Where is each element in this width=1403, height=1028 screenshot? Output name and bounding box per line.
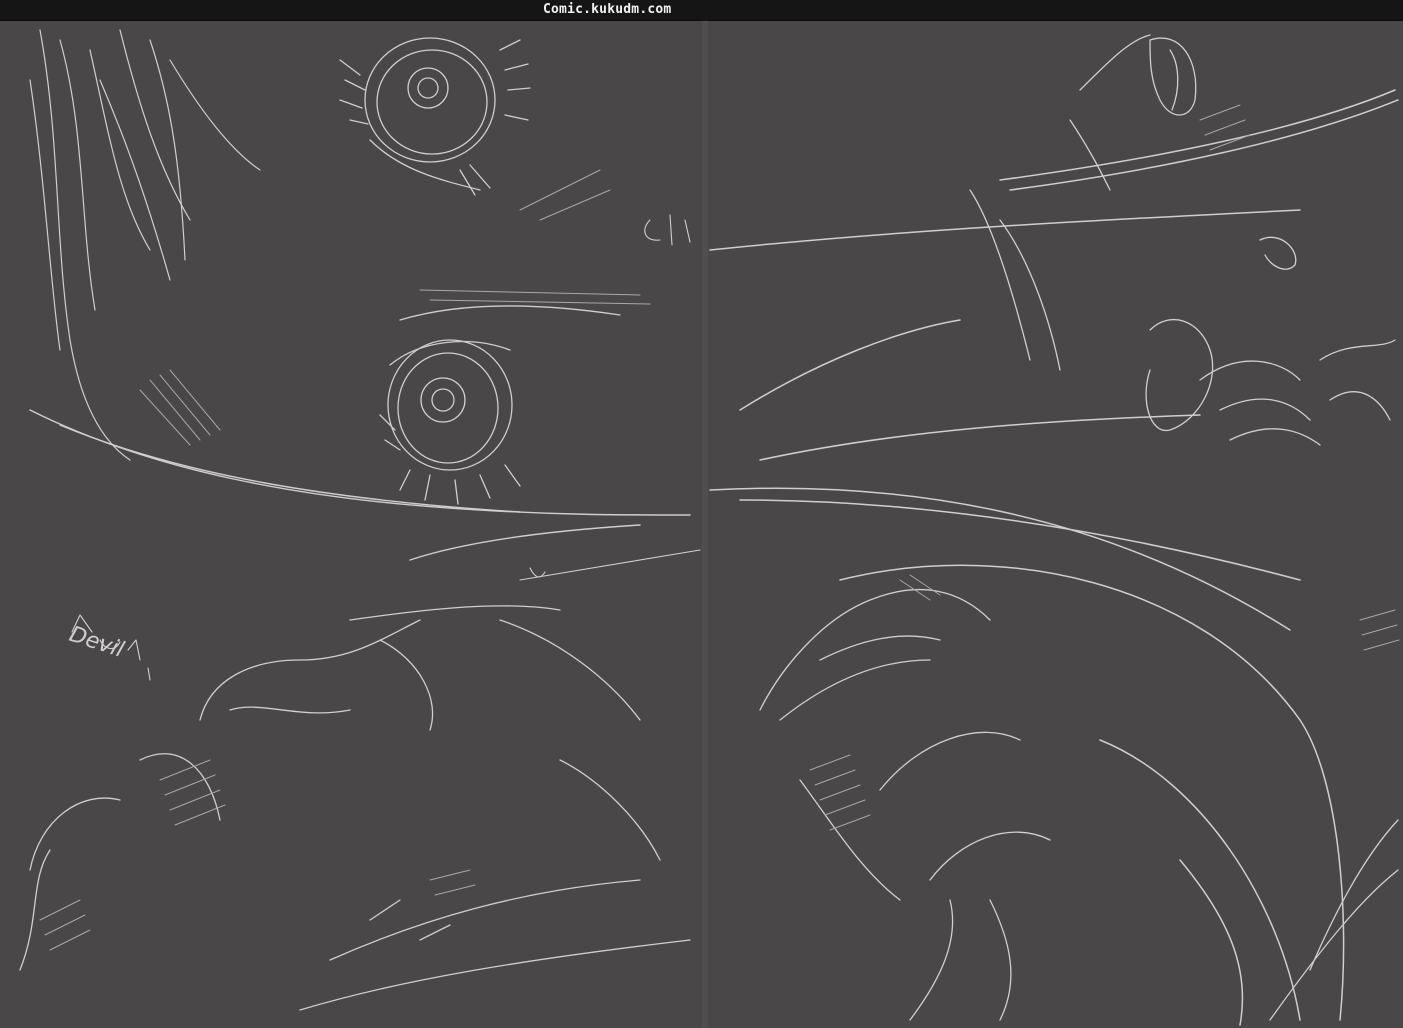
lower-left-figure bbox=[19, 605, 691, 1011]
top-bar: Comic.kukudm.com bbox=[0, 0, 1403, 21]
right-lower-hatching bbox=[809, 104, 1400, 831]
face-contour bbox=[29, 409, 691, 561]
site-watermark[interactable]: Comic.kukudm.com bbox=[543, 2, 671, 18]
brow-hatching bbox=[139, 169, 651, 446]
page: Comic.kukudm.com Devil bbox=[0, 0, 1403, 1028]
pencil-sketch-artwork: Devil bbox=[19, 29, 1400, 1026]
right-hand-sketch bbox=[969, 189, 1396, 446]
upper-eye bbox=[339, 37, 531, 196]
lower-left-hatching bbox=[39, 759, 476, 951]
lower-eye bbox=[379, 305, 621, 505]
right-lower-figure bbox=[759, 588, 1399, 1021]
scribble-text-devil: Devil bbox=[66, 622, 127, 663]
right-sweep-lines bbox=[709, 89, 1399, 1026]
scribble-glyphs bbox=[71, 214, 701, 681]
